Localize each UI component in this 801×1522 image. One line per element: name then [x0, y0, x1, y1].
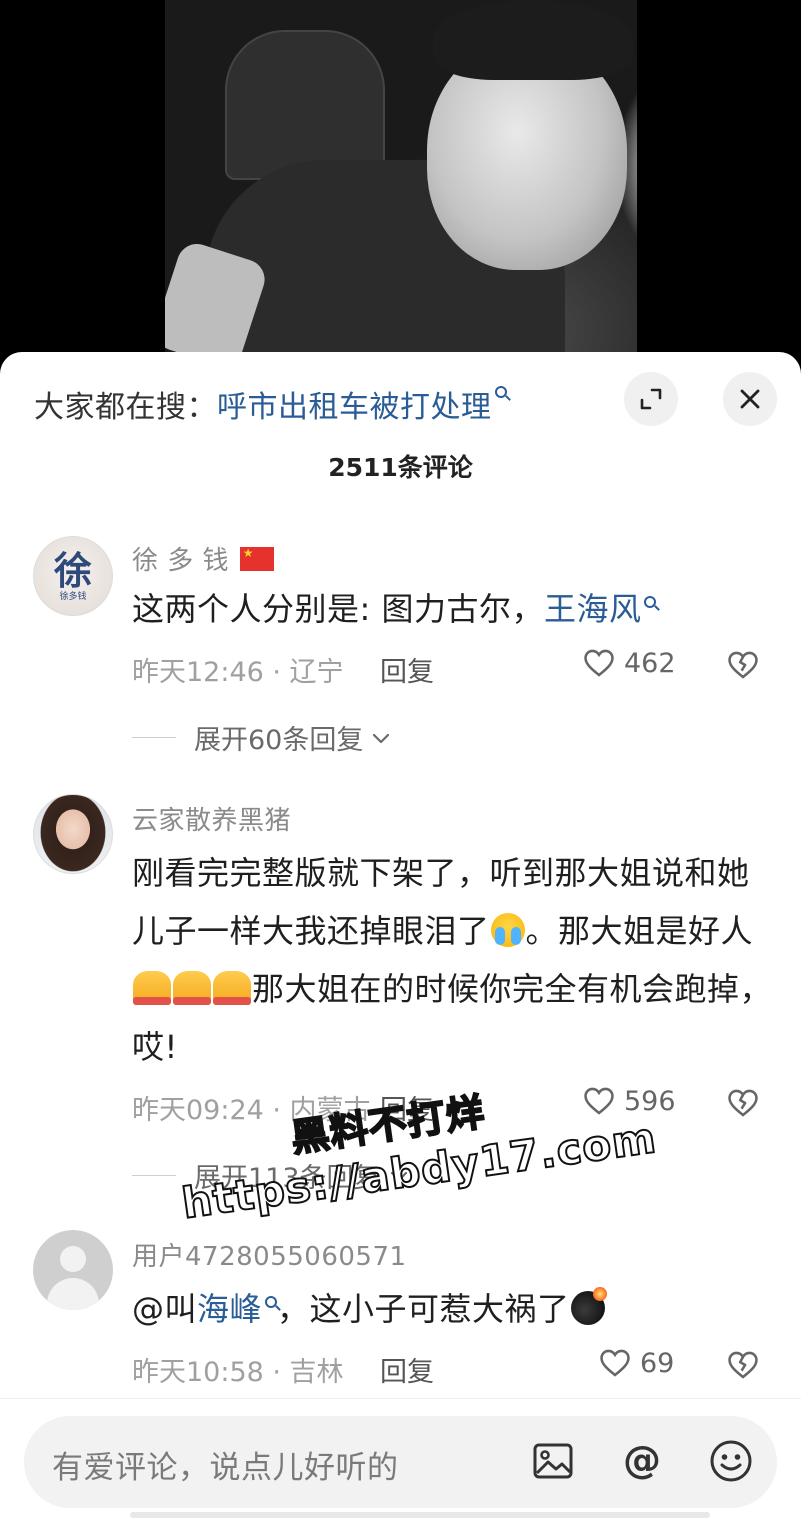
- expand-replies-label: 展开60条回复: [194, 725, 364, 756]
- broken-heart-icon[interactable]: [726, 1086, 760, 1120]
- heart-icon: [584, 649, 614, 677]
- home-indicator: [130, 1512, 710, 1518]
- praying-hands-emoji-icon: [173, 971, 211, 1005]
- emoji-icon[interactable]: [708, 1438, 754, 1484]
- expand-replies-button[interactable]: 展开113条回复: [132, 1156, 411, 1195]
- username-text: 徐 多 钱: [132, 546, 230, 576]
- comment-input[interactable]: 有爱评论，说点儿好听的 @: [24, 1416, 777, 1508]
- chevron-down-icon: [373, 733, 390, 743]
- broken-heart-icon[interactable]: [726, 648, 760, 682]
- search-icon: [644, 596, 657, 608]
- search-icon: [265, 1296, 278, 1308]
- search-link[interactable]: 王海风: [544, 590, 642, 628]
- like-button[interactable]: 69: [598, 1346, 674, 1380]
- avatar[interactable]: 徐 徐多钱: [33, 536, 113, 616]
- image-icon[interactable]: [530, 1438, 576, 1484]
- heart-icon: [584, 1087, 614, 1115]
- comment-sheet: 大家都在搜： 呼市出租车被打处理 2511条评论 徐 徐多钱 徐 多 钱 这两个…: [0, 352, 801, 1522]
- default-avatar-head-icon: [60, 1246, 86, 1272]
- bomb-emoji-icon: [570, 1287, 607, 1325]
- praying-hands-emoji-icon: [213, 971, 251, 1005]
- video-car-seat: [225, 30, 385, 180]
- username[interactable]: 云家散养黑猪: [132, 800, 291, 837]
- expand-icon: [640, 388, 662, 410]
- comment-text-part: ，这小子可惹大祸了: [277, 1290, 570, 1328]
- reply-button[interactable]: 回复: [380, 1088, 434, 1127]
- like-count: 69: [640, 1347, 675, 1379]
- avatar-subtext: 徐多钱: [59, 591, 87, 602]
- comments-count: 2511条评论: [328, 453, 473, 482]
- avatar-text: 徐: [53, 547, 92, 593]
- comment-text-part: @叫: [132, 1290, 198, 1328]
- svg-text:@: @: [623, 1438, 661, 1482]
- search-link[interactable]: 海峰: [197, 1290, 262, 1328]
- broken-heart-icon[interactable]: [726, 1348, 760, 1382]
- divider: [0, 1398, 801, 1399]
- like-button[interactable]: 596: [582, 1084, 676, 1118]
- video-frame[interactable]: [165, 0, 637, 360]
- like-button[interactable]: 462: [582, 646, 676, 680]
- crying-face-emoji-icon: [490, 913, 525, 947]
- expand-replies-label: 展开113条回复: [194, 1163, 381, 1194]
- search-term-link[interactable]: 呼市出租车被打处理: [217, 382, 492, 426]
- video-player[interactable]: [0, 0, 801, 380]
- divider: [132, 1175, 176, 1176]
- comment-meta: 昨天10:58 · 吉林: [132, 1357, 344, 1388]
- divider: [132, 737, 176, 738]
- username[interactable]: 徐 多 钱: [132, 540, 274, 577]
- search-suggestion[interactable]: 大家都在搜： 呼市出租车被打处理: [34, 382, 507, 426]
- video-person-hair: [433, 0, 633, 80]
- reply-button[interactable]: 回复: [380, 650, 434, 689]
- mention-icon[interactable]: @: [619, 1438, 665, 1484]
- close-button[interactable]: [723, 372, 777, 426]
- close-icon: [740, 389, 760, 409]
- like-count: 462: [624, 647, 676, 679]
- chevron-down-icon: [390, 1171, 407, 1181]
- china-flag-icon: [239, 546, 274, 571]
- default-avatar-body-icon: [47, 1278, 99, 1310]
- like-count: 596: [624, 1085, 676, 1117]
- comment-meta: 昨天12:46 · 辽宁: [132, 657, 344, 688]
- heart-icon: [600, 1349, 630, 1377]
- comment-input-placeholder: 有爱评论，说点儿好听的: [52, 1450, 399, 1486]
- comment-text: @叫海峰 ，这小子可惹大祸了: [132, 1280, 772, 1338]
- expand-button[interactable]: [624, 372, 678, 426]
- comment-text: 这两个人分别是: 图力古尔，王海风: [132, 580, 772, 638]
- comment-text-part: 这两个人分别是: 图力古尔，: [132, 590, 544, 628]
- username[interactable]: 用户4728055060571: [132, 1236, 407, 1273]
- expand-replies-button[interactable]: 展开60条回复: [132, 718, 393, 757]
- comment-text: 刚看完完整版就下架了，听到那大姐说和她儿子一样大我还掉眼泪了 。那大姐是好人那大姐…: [132, 844, 772, 1076]
- search-icon: [494, 386, 507, 398]
- comment-text-part: 。那大姐是好人: [525, 912, 754, 950]
- avatar[interactable]: [33, 794, 113, 874]
- reply-button[interactable]: 回复: [380, 1350, 434, 1389]
- praying-hands-emoji-icon: [133, 971, 171, 1005]
- avatar[interactable]: [33, 1230, 113, 1310]
- search-prefix: 大家都在搜：: [34, 390, 217, 425]
- comment-meta: 昨天09:24 · 内蒙古: [132, 1095, 371, 1126]
